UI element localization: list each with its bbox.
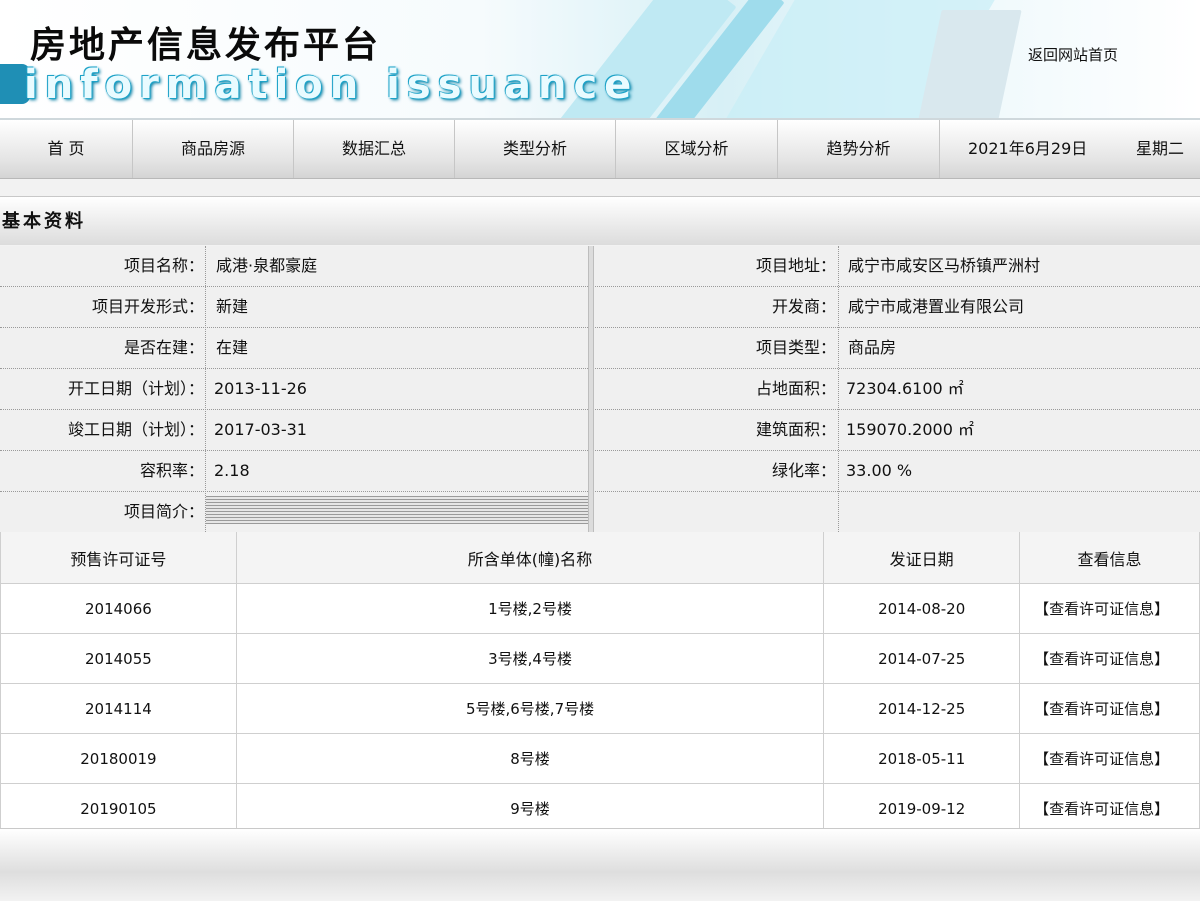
current-date: 2021年6月29日 [968, 139, 1088, 158]
building-area-value: 159070.2000 ㎡ [846, 420, 974, 439]
permit-no: 2014055 [0, 633, 237, 684]
view-permit-link[interactable]: 【查看许可证信息】 [1019, 733, 1200, 784]
land-area-value: 72304.6100 ㎡ [846, 379, 964, 398]
table-row: 2014055 3号楼,4号楼 2014-07-25 【查看许可证信息】 [0, 633, 1200, 684]
units: 5号楼,6号楼,7号楼 [235, 683, 825, 734]
nav-item-listings[interactable]: 商品房源 [133, 120, 294, 178]
development-form-value: 新建 [216, 297, 249, 316]
nav-item-home[interactable]: 首 页 [0, 120, 133, 178]
site-subtitle: information issuance [24, 62, 639, 108]
nav-item-summary[interactable]: 数据汇总 [294, 120, 455, 178]
view-permit-link[interactable]: 【查看许可证信息】 [1019, 683, 1200, 734]
nav-item-type-analysis[interactable]: 类型分析 [455, 120, 616, 178]
under-construction-value: 在建 [216, 338, 249, 357]
table-row: 2014066 1号楼,2号楼 2014-08-20 【查看许可证信息】 [0, 583, 1200, 634]
green-rate-label: 绿化率： [771, 461, 836, 480]
units: 8号楼 [235, 733, 825, 784]
project-name-label: 项目名称： [123, 256, 204, 275]
table-row: 2014114 5号楼,6号楼,7号楼 2014-12-25 【查看许可证信息】 [0, 683, 1200, 734]
project-type-label: 项目类型： [755, 338, 836, 357]
start-date-label: 开工日期（计划）： [67, 379, 204, 398]
building-area-label: 建筑面积： [755, 420, 836, 439]
nav-item-region-analysis[interactable]: 区域分析 [616, 120, 778, 178]
project-address-label: 项目地址： [755, 256, 836, 275]
project-address-value: 咸宁市咸安区马桥镇严洲村 [848, 256, 1041, 275]
section-header: 基本资料 [0, 196, 1200, 245]
view-permit-link[interactable]: 【查看许可证信息】 [1019, 783, 1200, 834]
issue-date: 2014-08-20 [823, 583, 1021, 634]
units-header: 所含单体(幢)名称 [235, 532, 825, 584]
current-weekday: 星期二 [1136, 139, 1185, 158]
page-footer [0, 828, 1200, 901]
units: 3号楼,4号楼 [235, 633, 825, 684]
green-rate-value: 33.00 % [846, 461, 913, 480]
development-form-label: 项目开发形式： [91, 297, 204, 316]
start-date-value: 2013-11-26 [214, 379, 307, 398]
info-row: 竣工日期（计划）： 2017-03-31 建筑面积： 159070.2000 ㎡ [0, 410, 1200, 451]
column-divider [205, 246, 206, 532]
permit-no: 20180019 [0, 733, 237, 784]
column-divider [588, 246, 594, 532]
column-divider [838, 246, 839, 532]
project-intro-label: 项目简介： [123, 502, 204, 521]
table-row: 20190105 9号楼 2019-09-12 【查看许可证信息】 [0, 783, 1200, 834]
presale-permits-table: 预售许可证号 所含单体(幢)名称 发证日期 查看信息 2014066 1号楼,2… [0, 532, 1200, 834]
info-row: 开工日期（计划）： 2013-11-26 占地面积： 72304.6100 ㎡ [0, 369, 1200, 410]
developer-value: 咸宁市咸港置业有限公司 [848, 297, 1025, 316]
info-row: 容积率： 2.18 绿化率： 33.00 % [0, 451, 1200, 492]
view-info-header: 查看信息 [1019, 532, 1200, 584]
completion-date-value: 2017-03-31 [214, 420, 307, 439]
issue-date: 2018-05-11 [823, 733, 1021, 784]
under-construction-label: 是否在建： [123, 338, 204, 357]
info-row: 是否在建： 在建 项目类型： 商品房 [0, 328, 1200, 369]
site-title: 房地产信息发布平台 [30, 24, 382, 66]
permit-no: 2014066 [0, 583, 237, 634]
project-intro-box [206, 496, 588, 524]
issue-date: 2014-12-25 [823, 683, 1021, 734]
issue-date: 2019-09-12 [823, 783, 1021, 834]
plot-ratio-value: 2.18 [214, 461, 250, 480]
table-row: 20180019 8号楼 2018-05-11 【查看许可证信息】 [0, 733, 1200, 784]
units: 1号楼,2号楼 [235, 583, 825, 634]
table-header-row: 预售许可证号 所含单体(幢)名称 发证日期 查看信息 [0, 532, 1200, 584]
issue-date: 2014-07-25 [823, 633, 1021, 684]
project-info-grid: 项目名称： 咸港·泉都豪庭 项目地址： 咸宁市咸安区马桥镇严洲村 项目开发形式：… [0, 246, 1200, 532]
permit-no-header: 预售许可证号 [0, 532, 237, 584]
land-area-label: 占地面积： [755, 379, 836, 398]
completion-date-label: 竣工日期（计划）： [67, 420, 204, 439]
nav-item-trend-analysis[interactable]: 趋势分析 [778, 120, 940, 178]
back-home-link[interactable]: 返回网站首页 [1028, 44, 1118, 65]
info-row: 项目开发形式： 新建 开发商： 咸宁市咸港置业有限公司 [0, 287, 1200, 328]
main-nav: 首 页 商品房源 数据汇总 类型分析 区域分析 趋势分析 2021年6月29日 … [0, 120, 1200, 179]
project-type-value: 商品房 [848, 338, 897, 357]
view-permit-link[interactable]: 【查看许可证信息】 [1019, 633, 1200, 684]
plot-ratio-label: 容积率： [139, 461, 204, 480]
permit-no: 20190105 [0, 783, 237, 834]
developer-label: 开发商： [771, 297, 836, 316]
units: 9号楼 [235, 783, 825, 834]
issue-date-header: 发证日期 [823, 532, 1021, 584]
view-permit-link[interactable]: 【查看许可证信息】 [1019, 583, 1200, 634]
section-title: 基本资料 [2, 211, 86, 232]
info-row: 项目简介： [0, 492, 1200, 532]
info-row: 项目名称： 咸港·泉都豪庭 项目地址： 咸宁市咸安区马桥镇严洲村 [0, 246, 1200, 287]
permit-no: 2014114 [0, 683, 237, 734]
site-header: 房地产信息发布平台 information issuance 返回网站首页 [0, 0, 1200, 120]
project-name-value: 咸港·泉都豪庭 [216, 256, 318, 275]
